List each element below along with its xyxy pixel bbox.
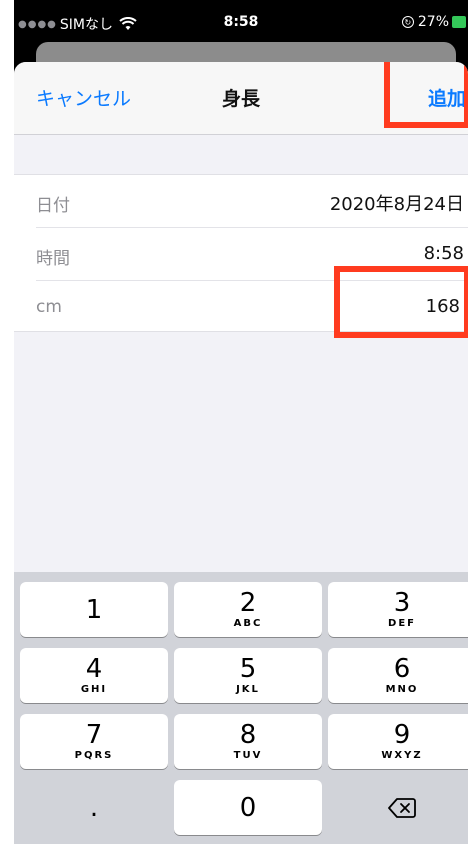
date-row[interactable]: 日付 2020年8月24日 (36, 175, 468, 228)
key-7-digit: 7 (85, 720, 103, 750)
status-bar: ●●●● SIMなし 8:58 ↻ 27% (14, 0, 468, 46)
key-4-digit: 4 (85, 654, 103, 684)
navigation-bar: キャンセル 身長 追加 (14, 62, 468, 135)
rotation-lock-icon: ↻ (401, 16, 414, 28)
key-2-letters: ABC (233, 618, 263, 629)
modal-sheet: キャンセル 身長 追加 日付 2020年8月24日 時間 8:58 cm 1 6 8 (14, 62, 468, 844)
key-5-letters: JKL (236, 684, 260, 695)
date-label: 日付 (36, 196, 70, 216)
key-7[interactable]: 7 PQRS (20, 714, 168, 769)
key-5[interactable]: 5 JKL (174, 648, 322, 703)
key-9[interactable]: 9 WXYZ (328, 714, 468, 769)
key-decimal-symbol: . (89, 793, 99, 823)
key-3-digit: 3 (393, 588, 411, 618)
key-1-digit: 1 (85, 595, 103, 625)
key-2[interactable]: 2 ABC (174, 582, 322, 637)
time-value: 8:58 (423, 243, 464, 264)
battery-icon (452, 16, 466, 28)
key-7-letters: PQRS (74, 750, 114, 761)
status-time: 8:58 (223, 14, 259, 30)
key-8-letters: TUV (233, 750, 263, 761)
delete-backspace-icon (388, 797, 416, 823)
delete-button[interactable] (328, 780, 468, 835)
phone-screen: ●●●● SIMなし 8:58 ↻ 27% キャンセル 身長 追加 日付 202… (14, 0, 468, 844)
time-label: 時間 (36, 249, 70, 269)
battery-percent: 27% (417, 14, 449, 30)
key-2-digit: 2 (239, 588, 257, 618)
key-6[interactable]: 6 MNO (328, 648, 468, 703)
height-input-highlight (334, 266, 468, 338)
date-value: 2020年8月24日 (329, 194, 464, 215)
key-5-digit: 5 (239, 654, 257, 684)
add-button-highlight (384, 62, 468, 128)
key-3[interactable]: 3 DEF (328, 582, 468, 637)
key-9-digit: 9 (393, 720, 411, 750)
key-6-letters: MNO (385, 684, 419, 695)
key-1[interactable]: 1 (20, 582, 168, 637)
key-8-digit: 8 (239, 720, 257, 750)
key-4-letters: GHI (80, 684, 108, 695)
key-8[interactable]: 8 TUV (174, 714, 322, 769)
key-6-digit: 6 (393, 654, 411, 684)
status-right: ↻ 27% (401, 14, 466, 30)
height-unit-label: cm (36, 297, 62, 317)
key-3-letters: DEF (388, 618, 416, 629)
key-0-digit: 0 (239, 793, 257, 823)
screenshot-frame: ●●●● SIMなし 8:58 ↻ 27% キャンセル 身長 追加 日付 202… (0, 0, 468, 844)
key-decimal[interactable]: . (20, 780, 168, 835)
key-4[interactable]: 4 GHI (20, 648, 168, 703)
numeric-keypad: 1 2 ABC 3 DEF 4 GHI 5 JKL 6 MNO 7 PQRS 8… (14, 572, 468, 844)
key-0[interactable]: 0 (174, 780, 322, 835)
key-9-letters: WXYZ (381, 750, 423, 761)
